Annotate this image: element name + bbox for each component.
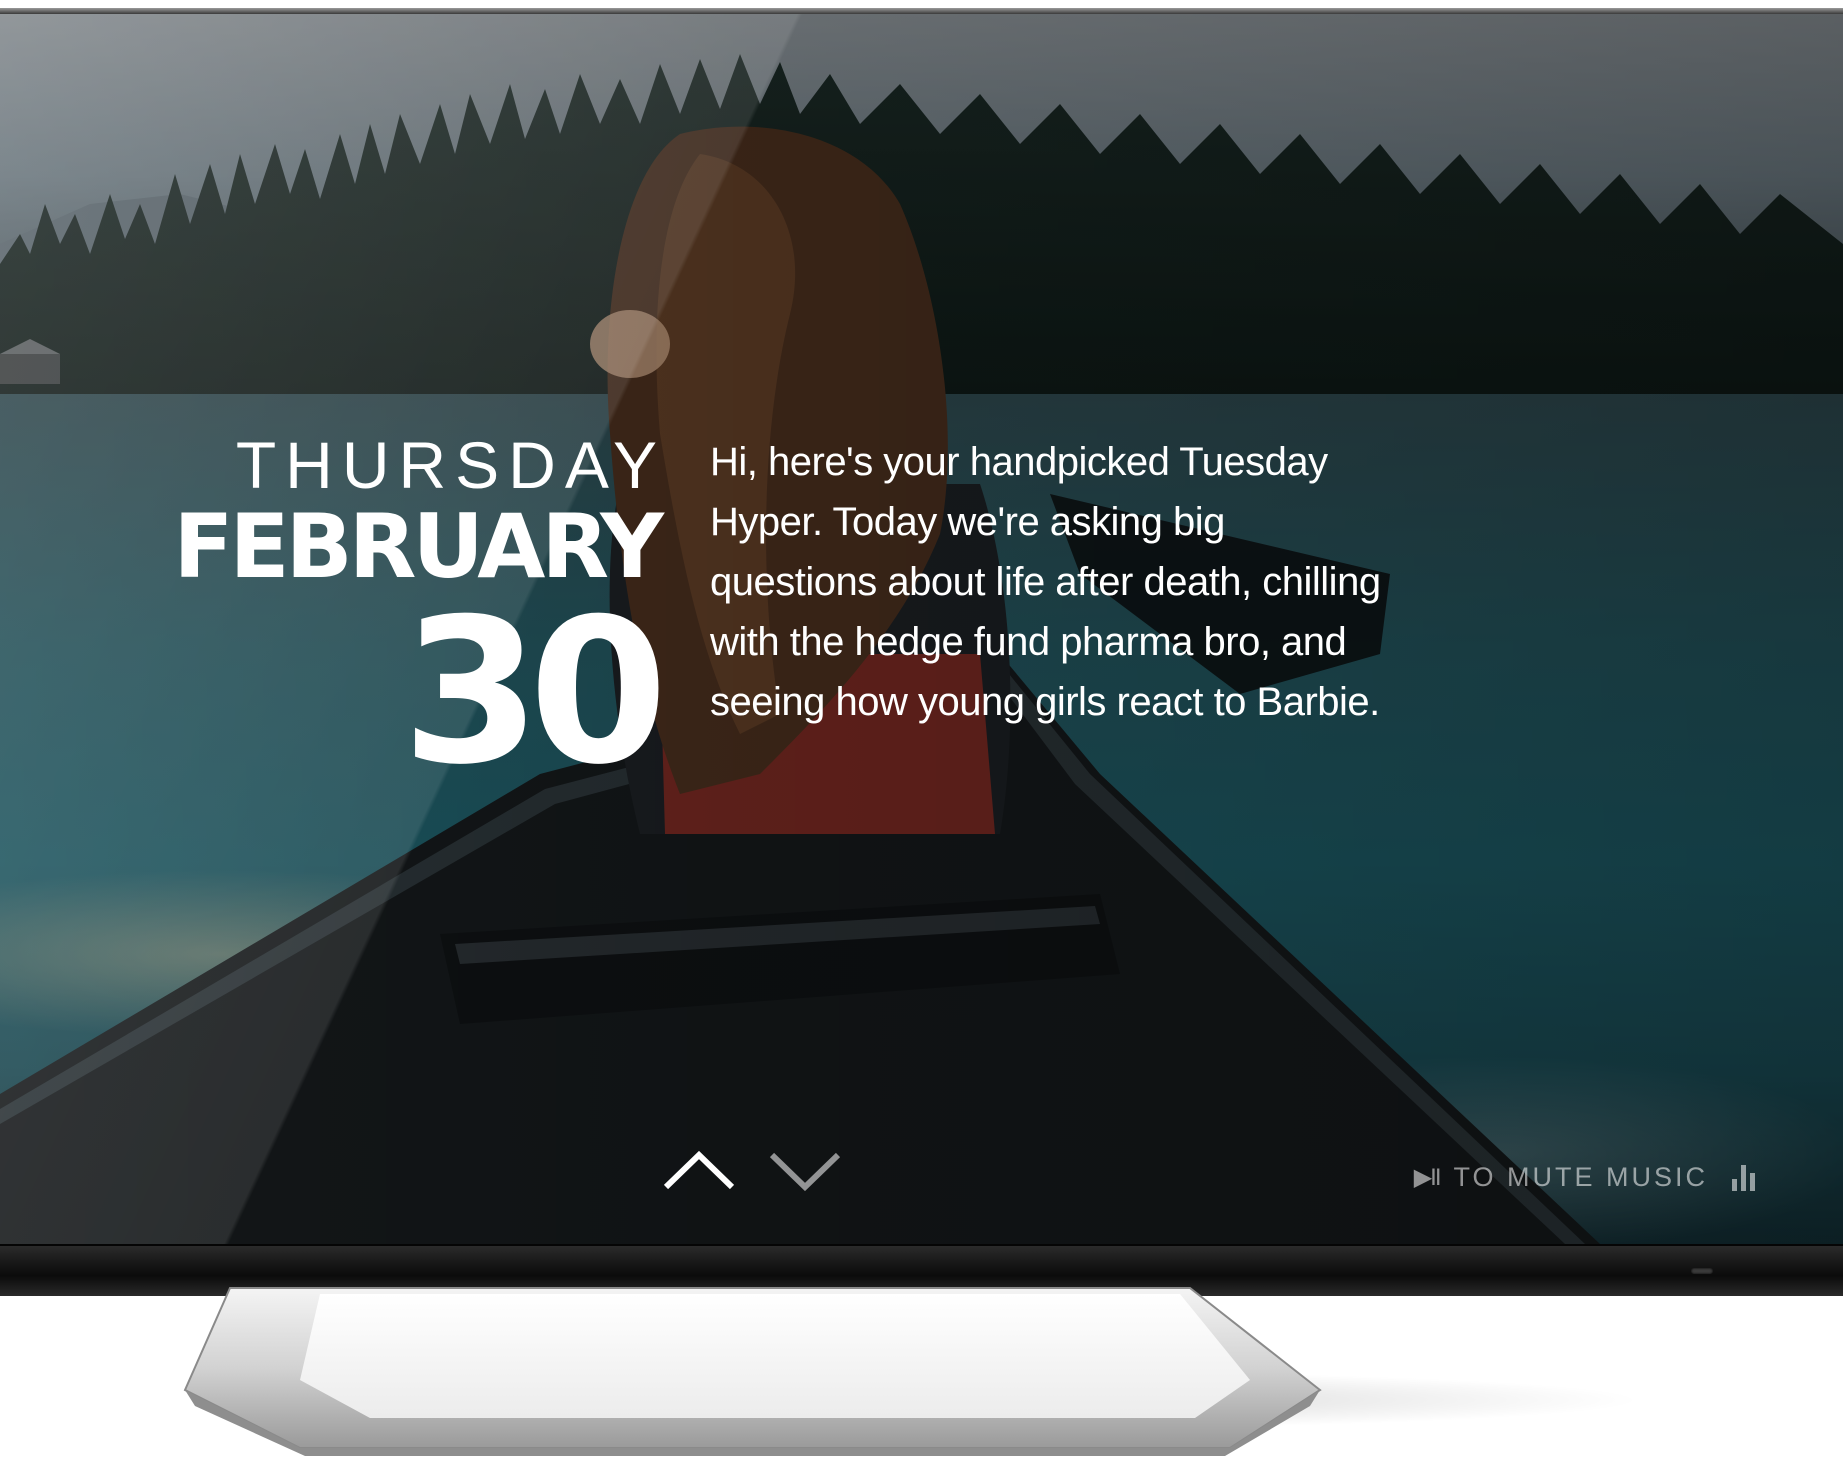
tv-stand	[183, 1287, 1640, 1456]
tv-screen: THURSDAY FEBRUARY 30 Hi, here's your han…	[0, 14, 1843, 1244]
date-display: THURSDAY FEBRUARY 30	[40, 432, 668, 809]
mute-hint-label: TO MUTE MUSIC	[1453, 1162, 1708, 1192]
chevron-down-icon[interactable]	[768, 1149, 842, 1193]
date-weekday: THURSDAY	[235, 428, 666, 502]
chevron-up-icon[interactable]	[662, 1149, 736, 1193]
power-indicator	[1691, 1268, 1713, 1274]
date-day: 30	[401, 576, 668, 809]
mute-music-hint[interactable]: ▶II TO MUTE MUSIC	[1414, 1162, 1755, 1193]
equalizer-icon[interactable]	[1732, 1164, 1755, 1191]
play-pause-icon: ▶II	[1413, 1164, 1442, 1191]
tv-frame: THURSDAY FEBRUARY 30 Hi, here's your han…	[0, 8, 1843, 1296]
greeting-text: Hi, here's your handpicked Tuesday Hyper…	[710, 440, 1381, 724]
